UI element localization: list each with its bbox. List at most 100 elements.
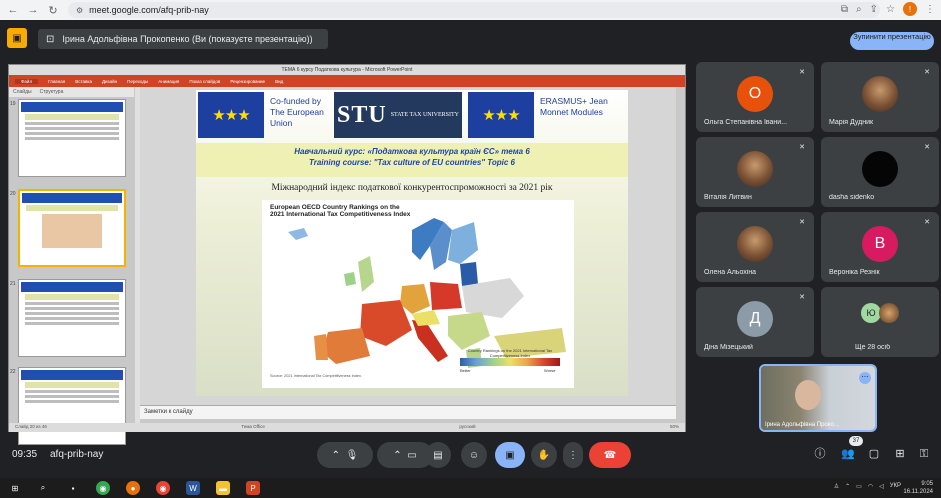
screen-share-icon: ⊡ xyxy=(46,33,55,45)
user-icon[interactable]: ♙ xyxy=(834,483,839,490)
file-explorer-icon[interactable]: ▬ xyxy=(216,481,230,495)
more-options-button[interactable]: ⋮ xyxy=(563,442,583,468)
participant-tile[interactable]: ✕ Олена Альохіна xyxy=(696,212,814,282)
bookmark-star-icon[interactable]: ☆ xyxy=(886,4,895,15)
hand-icon: ✋ xyxy=(537,449,551,461)
back-icon[interactable]: ← xyxy=(6,3,20,17)
chat-icon[interactable]: ▢ xyxy=(867,447,881,461)
present-button[interactable]: ▣ xyxy=(495,442,525,468)
address-bar[interactable]: ⚙ meet.google.com/afq-prib-nay xyxy=(68,2,880,18)
slide-thumb-21[interactable] xyxy=(18,279,126,357)
chrome-icon[interactable]: ◉ xyxy=(96,481,110,495)
leave-call-button[interactable]: ☎ xyxy=(589,442,631,468)
self-view-face xyxy=(795,380,821,410)
activities-icon[interactable]: ⊞ xyxy=(893,447,907,461)
network-icon[interactable]: ▭ xyxy=(856,483,862,490)
emoji-button[interactable]: ☺ xyxy=(461,442,487,468)
microphone-button[interactable]: ⌃ 🎙 xyxy=(317,442,373,468)
chrome-active-icon[interactable]: ◉ xyxy=(156,481,170,495)
map-region-iceland xyxy=(288,228,308,240)
raise-hand-button[interactable]: ✋ xyxy=(531,442,557,468)
site-info-icon[interactable]: ⚙ xyxy=(76,6,83,15)
menu-dots-icon[interactable]: ⋮ xyxy=(925,4,935,15)
ribbon-tab-home[interactable]: Главная xyxy=(48,79,65,84)
profile-avatar[interactable]: ! xyxy=(903,2,917,16)
avatar xyxy=(879,303,899,323)
more-options-icon[interactable]: ⋯ xyxy=(859,372,871,384)
ribbon-tab-design[interactable]: Дизайн xyxy=(102,79,117,84)
side-tab-slides[interactable]: Слайды xyxy=(13,89,32,95)
url-text: meet.google.com/afq-prib-nay xyxy=(89,5,209,15)
reload-icon[interactable]: ↻ xyxy=(46,3,60,17)
avatar xyxy=(862,76,898,112)
erasmus-flag-logo: ★★★ xyxy=(468,92,534,138)
thumb-number: 21 xyxy=(10,281,16,287)
ribbon-tab-review[interactable]: Рецензирование xyxy=(230,79,265,84)
microphone-icon: 🎙 xyxy=(345,449,359,461)
info-icon[interactable]: ⓘ xyxy=(813,447,827,461)
ribbon-tab-transitions[interactable]: Переходы xyxy=(127,79,148,84)
status-theme: Тема Office xyxy=(241,424,265,429)
firefox-icon[interactable]: ● xyxy=(126,481,140,495)
captions-button[interactable]: ▤ xyxy=(425,442,451,468)
powerpoint-icon[interactable]: P xyxy=(246,481,260,495)
avatar: О xyxy=(737,76,773,112)
participant-tile[interactable]: ✕ Віталія Литвин xyxy=(696,137,814,207)
wifi-icon[interactable]: ◠ xyxy=(868,483,873,490)
participant-tile[interactable]: ✕ Д Діна Мізецький xyxy=(696,287,814,357)
open-app-icon[interactable]: ⧉ xyxy=(841,4,848,15)
ribbon-tab-slideshow[interactable]: Показ слайдов xyxy=(189,79,220,84)
participant-tile[interactable]: ✕ Марія Дудник xyxy=(821,62,939,132)
people-icon[interactable]: 👥 xyxy=(841,447,855,461)
ribbon-tab-file[interactable]: Файл xyxy=(15,78,39,84)
share-icon[interactable]: ⇪ xyxy=(870,4,878,15)
stop-presenting-button[interactable]: Зупинити презентацію xyxy=(850,32,934,50)
legend-worse: Worse xyxy=(544,368,556,373)
self-view-tile[interactable]: ⋯ Ірина Адольфівна Проко... xyxy=(759,364,877,432)
zoom-icon[interactable]: ⌕ xyxy=(856,4,862,15)
host-controls-icon[interactable]: ⚿ xyxy=(917,447,931,461)
avatar xyxy=(737,151,773,187)
thumb-number: 19 xyxy=(10,101,16,107)
mic-off-icon: ✕ xyxy=(799,144,805,151)
windows-start-icon[interactable]: ⊞ xyxy=(8,481,22,495)
avatar xyxy=(737,226,773,262)
slide-thumb-19[interactable] xyxy=(18,99,126,177)
task-view-icon[interactable]: ▪ xyxy=(66,481,80,495)
slide-notes[interactable]: Заметки к слайду xyxy=(140,405,676,419)
map-region-balkans xyxy=(448,312,490,350)
system-tray: ♙ ⌃ ▭ ◠ ◁ УКР xyxy=(834,483,901,490)
ribbon-tab-view[interactable]: Вид xyxy=(275,79,283,84)
windows-taskbar: ⊞ ⌕ ▪ ◉ ● ◉ W ▬ P ♙ ⌃ ▭ ◠ ◁ УКР 9:05 16.… xyxy=(0,478,941,498)
current-slide: ★★★ Co-funded by The European Union STU … xyxy=(196,90,628,396)
tray-chevron-icon[interactable]: ⌃ xyxy=(845,483,850,490)
meeting-code: afq-prib-nay xyxy=(50,449,104,460)
volume-icon[interactable]: ◁ xyxy=(879,483,884,490)
ppt-window-title: ТЕМА 6 курсу Податкова культура - Micros… xyxy=(9,65,685,75)
side-tab-outline[interactable]: Структура xyxy=(40,89,64,95)
captions-icon: ▤ xyxy=(433,449,443,461)
chevron-up-icon[interactable]: ⌃ xyxy=(393,450,401,461)
participant-tile[interactable]: ✕ В Вероніка Резнік xyxy=(821,212,939,282)
slide-thumb-22[interactable] xyxy=(18,367,126,445)
course-title-bar: Навчальний курс: «Податкова культура кра… xyxy=(196,143,628,177)
slide-thumb-20[interactable] xyxy=(18,189,126,267)
map-region-germany xyxy=(400,284,430,314)
chevron-up-icon[interactable]: ⌃ xyxy=(332,450,340,461)
taskbar-clock[interactable]: 9:05 16.11.2024 xyxy=(903,480,933,496)
ribbon-tab-insert[interactable]: Вставка xyxy=(75,79,92,84)
presenting-chip: ⊡ Ірина Адольфівна Прокопенко (Ви (показ… xyxy=(38,29,328,49)
keyboard-language[interactable]: УКР xyxy=(890,483,901,490)
ribbon-tab-animation[interactable]: Анимация xyxy=(158,79,179,84)
more-vert-icon: ⋮ xyxy=(568,449,578,461)
map-region-italy xyxy=(412,320,448,362)
participant-name: dasha sidenko xyxy=(829,194,875,201)
more-participants-tile[interactable]: Ю Ще 28 осіб xyxy=(821,287,939,357)
more-participants-label: Ще 28 осіб xyxy=(855,344,891,351)
status-zoom[interactable]: 50% xyxy=(670,424,679,431)
participant-tile[interactable]: ✕ dasha sidenko xyxy=(821,137,939,207)
word-icon[interactable]: W xyxy=(186,481,200,495)
forward-icon[interactable]: → xyxy=(26,3,40,17)
participant-tile[interactable]: ✕ О Ольга Степанівна Івани... xyxy=(696,62,814,132)
search-icon[interactable]: ⌕ xyxy=(36,481,50,495)
